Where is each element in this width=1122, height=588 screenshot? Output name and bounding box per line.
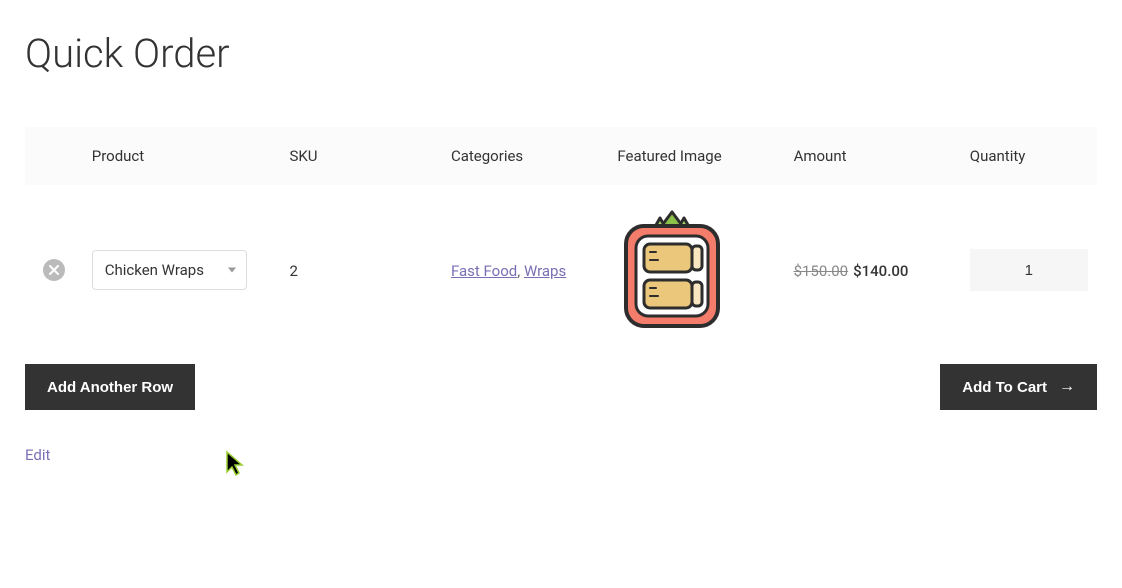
arrow-right-icon: → (1059, 378, 1075, 396)
chevron-down-icon (228, 268, 236, 273)
header-amount: Amount (794, 147, 970, 165)
table-row: Chicken Wraps 2 Fast Food, Wraps (25, 185, 1097, 338)
original-price: $150.00 (794, 262, 849, 280)
table-header: Product SKU Categories Featured Image Am… (25, 127, 1097, 185)
product-select-value: Chicken Wraps (105, 261, 204, 279)
featured-image (617, 210, 727, 330)
category-separator: , (517, 262, 524, 280)
header-product: Product (84, 147, 290, 165)
header-quantity: Quantity (970, 147, 1097, 165)
page-title: Quick Order (25, 30, 1097, 77)
order-table: Product SKU Categories Featured Image Am… (25, 127, 1097, 338)
add-to-cart-label: Add To Cart (962, 379, 1047, 396)
remove-row-button[interactable] (43, 259, 65, 281)
quantity-input[interactable] (970, 249, 1088, 291)
product-select[interactable]: Chicken Wraps (92, 250, 247, 290)
edit-link[interactable]: Edit (25, 446, 50, 464)
sku-value: 2 (289, 262, 297, 280)
wrap-food-icon (618, 210, 726, 330)
category-link-1[interactable]: Fast Food (451, 262, 517, 280)
button-row: Add Another Row Add To Cart → (25, 364, 1097, 410)
category-link-2[interactable]: Wraps (524, 262, 566, 280)
sale-price: $140.00 (853, 262, 908, 280)
add-another-row-button[interactable]: Add Another Row (25, 364, 195, 410)
header-sku: SKU (289, 147, 451, 165)
close-icon (49, 265, 59, 275)
header-image: Featured Image (617, 147, 793, 165)
add-to-cart-button[interactable]: Add To Cart → (940, 364, 1097, 410)
header-categories: Categories (451, 147, 617, 165)
